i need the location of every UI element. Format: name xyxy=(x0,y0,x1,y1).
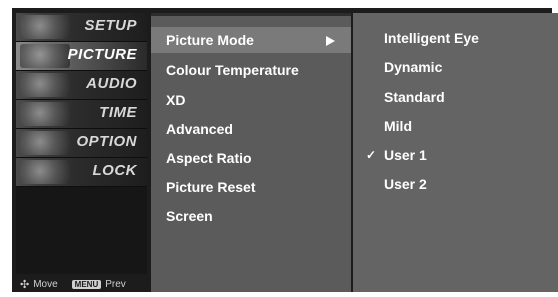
menu-item-picture-reset[interactable]: Picture Reset xyxy=(151,174,351,200)
submenu-item-label: Dynamic xyxy=(384,59,443,75)
menu-item-label: Colour Temperature xyxy=(166,62,299,78)
picture-thumbnail-icon xyxy=(20,44,70,68)
audio-thumbnail-icon xyxy=(20,73,70,97)
submenu-item-mild[interactable]: Mild xyxy=(353,113,558,139)
option-thumbnail-icon xyxy=(20,131,70,155)
menu-item-label: Screen xyxy=(166,208,213,224)
nav-item-audio[interactable]: AUDIO xyxy=(16,71,147,100)
menu-item-aspect-ratio[interactable]: Aspect Ratio xyxy=(151,145,351,171)
nav-item-label: LOCK xyxy=(92,162,137,179)
time-thumbnail-icon xyxy=(20,102,70,126)
setup-thumbnail-icon xyxy=(20,15,70,39)
submenu-item-intelligent-eye[interactable]: Intelligent Eye xyxy=(353,25,558,51)
nav-item-time[interactable]: TIME xyxy=(16,100,147,129)
menu-key-icon: MENU xyxy=(71,279,102,289)
menu-item-xd[interactable]: XD xyxy=(151,87,351,113)
nav-item-setup[interactable]: SETUP xyxy=(16,13,147,42)
submenu-item-dynamic[interactable]: Dynamic xyxy=(353,54,558,80)
menu-item-label: Aspect Ratio xyxy=(166,150,252,166)
submenu-item-user-1[interactable]: ✓ User 1 xyxy=(353,142,558,168)
osd-footer-hints: ✣ Move MENU Prev xyxy=(20,276,126,292)
menu-item-advanced[interactable]: Advanced xyxy=(151,116,351,142)
menu-item-picture-mode[interactable]: Picture Mode xyxy=(151,27,351,53)
check-icon: ✓ xyxy=(366,148,377,162)
menu-item-label: XD xyxy=(166,92,186,108)
prev-hint-label: Prev xyxy=(105,278,126,290)
menu-item-screen[interactable]: Screen xyxy=(151,203,351,229)
dpad-icon: ✣ xyxy=(20,278,30,291)
nav-item-label: OPTION xyxy=(76,133,137,150)
submenu-item-label: User 2 xyxy=(384,176,427,192)
nav-item-option[interactable]: OPTION xyxy=(16,129,147,158)
submenu-item-label: Mild xyxy=(384,118,412,134)
menu-divider xyxy=(151,13,351,16)
menu-item-label: Picture Mode xyxy=(166,32,254,48)
nav-item-label: SETUP xyxy=(84,17,137,34)
submenu-item-label: User 1 xyxy=(384,147,427,163)
menu-item-colour-temperature[interactable]: Colour Temperature xyxy=(151,57,351,83)
menu-item-label: Picture Reset xyxy=(166,179,256,195)
submenu-item-user-2[interactable]: User 2 xyxy=(353,171,558,197)
submenu-item-label: Intelligent Eye xyxy=(384,30,479,46)
menu-item-label: Advanced xyxy=(166,121,233,137)
submenu-item-standard[interactable]: Standard xyxy=(353,84,558,110)
nav-item-label: TIME xyxy=(99,104,137,121)
nav-item-picture[interactable]: PICTURE xyxy=(16,42,147,71)
submenu-item-label: Standard xyxy=(384,89,445,105)
picture-menu: Picture Mode Colour Temperature XD Advan… xyxy=(151,13,351,292)
nav-item-label: AUDIO xyxy=(86,75,137,92)
arrow-right-icon xyxy=(326,36,335,46)
move-hint-label: Move xyxy=(33,278,58,290)
picture-mode-submenu: Intelligent Eye Dynamic Standard Mild ✓ … xyxy=(353,13,558,292)
nav-item-label: PICTURE xyxy=(67,46,137,63)
nav-item-lock[interactable]: LOCK xyxy=(16,158,147,187)
osd-category-nav: SETUP PICTURE AUDIO TIME OPTION LOCK xyxy=(16,13,147,274)
lock-thumbnail-icon xyxy=(20,160,70,184)
